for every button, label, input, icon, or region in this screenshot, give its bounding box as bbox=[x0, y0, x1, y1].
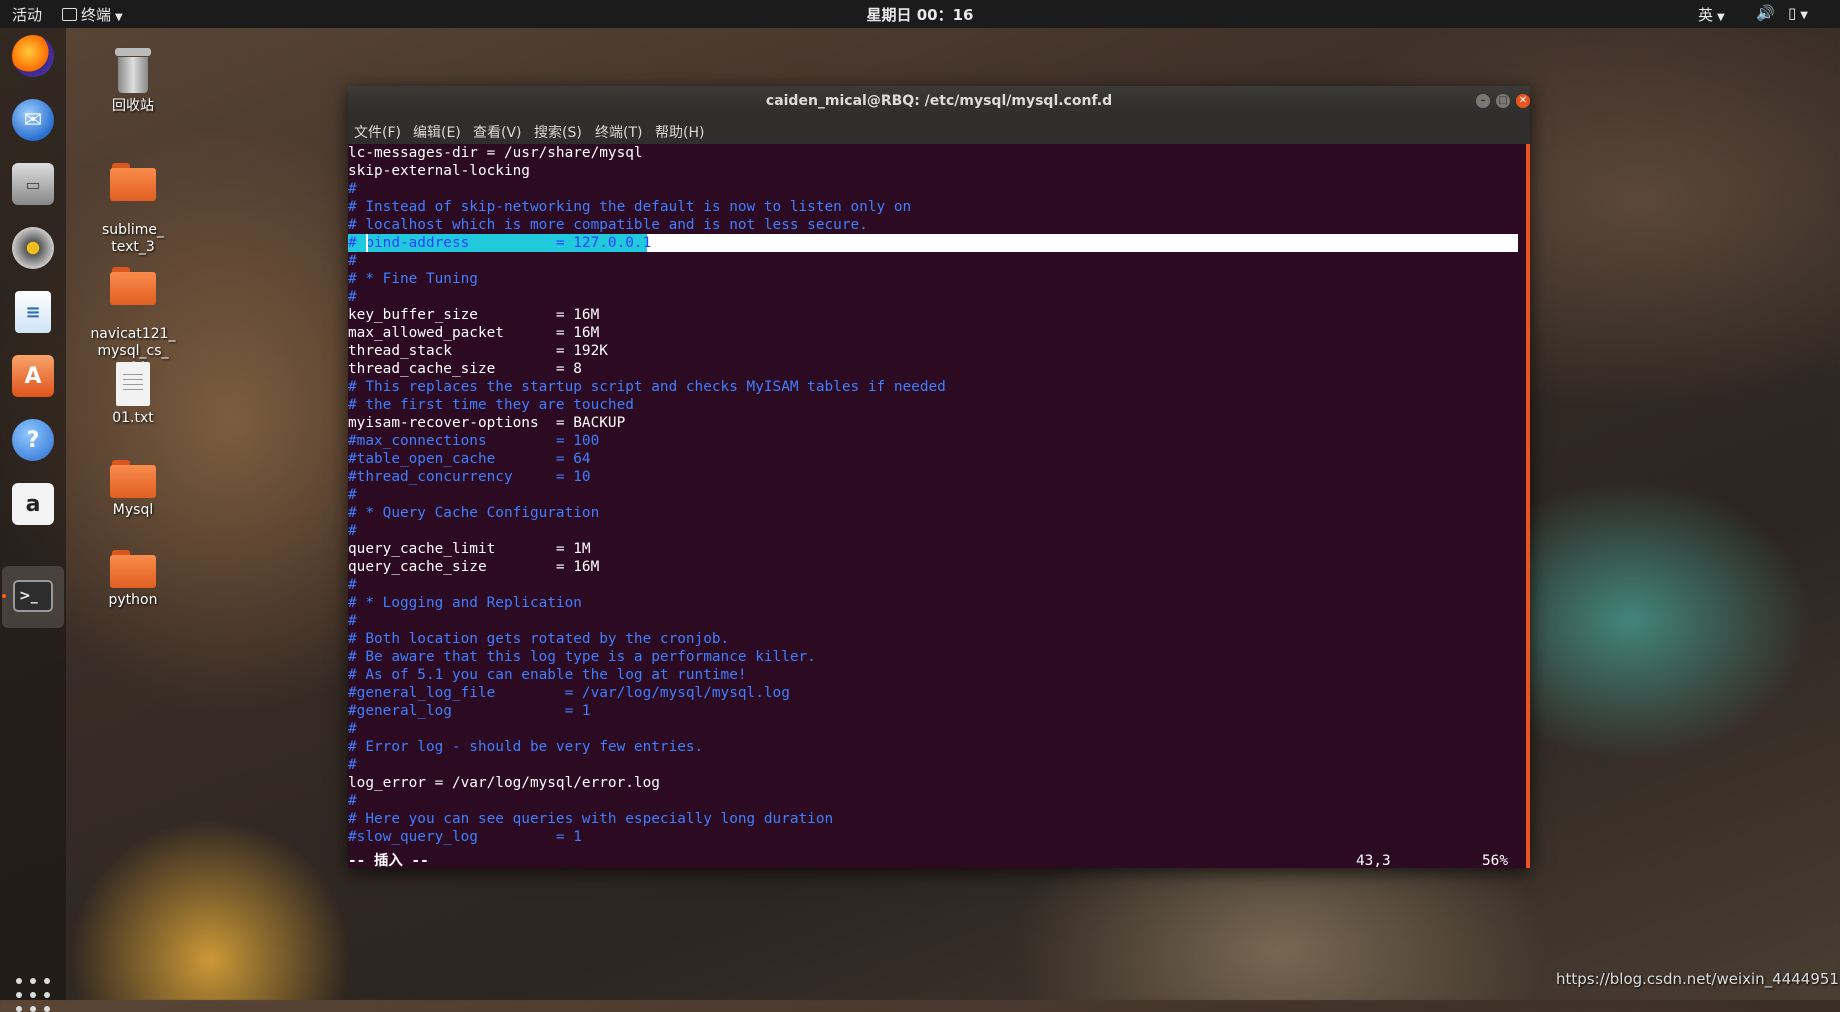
editor-line: # bbox=[348, 487, 357, 503]
menu-search[interactable]: 搜索(S) bbox=[534, 122, 582, 142]
editor-line: # As of 5.1 you can enable the log at ru… bbox=[348, 667, 747, 683]
text-cursor bbox=[366, 234, 368, 252]
desktop-icon-label: 回收站 bbox=[112, 98, 154, 114]
editor-line: #max_connections = 100 bbox=[348, 433, 600, 449]
editor-line: #slow_query_log = 1 bbox=[348, 829, 582, 845]
terminal-icon[interactable]: >_ bbox=[9, 572, 57, 620]
menu-file[interactable]: 文件(F) bbox=[354, 122, 401, 142]
desktop-icon-label: 01.txt bbox=[112, 410, 154, 426]
editor-line: # bbox=[348, 523, 357, 539]
editor-line: # Error log - should be very few entries… bbox=[348, 739, 704, 755]
editor-line: max_allowed_packet = 16M bbox=[348, 325, 600, 341]
rhythmbox-icon[interactable] bbox=[9, 224, 57, 272]
volume-icon[interactable]: 🔊 bbox=[1756, 4, 1775, 22]
cursor-position: 43,3 bbox=[1356, 853, 1391, 868]
folder-icon bbox=[110, 267, 156, 305]
amazon-icon[interactable]: a bbox=[9, 480, 57, 528]
vim-mode-indicator: -- 插入 -- bbox=[348, 853, 429, 868]
input-method-indicator[interactable]: 英 ▼ bbox=[1698, 4, 1725, 25]
chevron-down-icon: ▼ bbox=[1800, 10, 1808, 21]
desktop-icon-mysql[interactable]: Mysql bbox=[83, 460, 183, 519]
editor-line: # bbox=[348, 613, 357, 629]
editor-line: #table_open_cache = 64 bbox=[348, 451, 591, 467]
terminal-content[interactable]: lc-messages-dir = /usr/share/mysql skip-e… bbox=[348, 144, 1530, 868]
editor-line: # Both location gets rotated by the cron… bbox=[348, 631, 730, 647]
desktop-icon-python[interactable]: python bbox=[83, 550, 183, 609]
editor-line: # Instead of skip-networking the default… bbox=[348, 199, 912, 215]
desktop-icon-01-txt[interactable]: 01.txt bbox=[83, 362, 183, 427]
editor-line: #thread_concurrency = 10 bbox=[348, 469, 591, 485]
editor-line: lc-messages-dir = /usr/share/mysql bbox=[348, 145, 643, 161]
desktop-icon-trash[interactable]: 回收站 bbox=[83, 48, 183, 115]
thunderbird-icon[interactable]: ✉ bbox=[9, 96, 57, 144]
show-applications-icon[interactable] bbox=[16, 978, 50, 1012]
software-center-icon[interactable]: A bbox=[9, 352, 57, 400]
maximize-button[interactable]: □ bbox=[1496, 94, 1510, 108]
editor-line: # bbox=[348, 289, 357, 305]
editor-line: # localhost which is more compatible and… bbox=[348, 217, 868, 233]
top-bar: 活动 终端 ▼ 星期日 00：16 英 ▼ 🔊 ▯ ▼ bbox=[0, 0, 1840, 28]
folder-icon bbox=[110, 163, 156, 201]
text-file-icon bbox=[116, 362, 150, 406]
editor-line: # bbox=[348, 181, 357, 197]
system-menu[interactable]: ▯ ▼ bbox=[1788, 4, 1808, 22]
minimize-button[interactable]: – bbox=[1476, 94, 1490, 108]
dock: ✉ ▭ ≡ A ? a >_ bbox=[0, 28, 66, 1012]
desktop-icon-label: Mysql bbox=[112, 502, 154, 518]
window-titlebar[interactable]: caiden_mical@RBQ: /etc/mysql/mysql.conf.… bbox=[348, 86, 1530, 116]
editor-line: #general_log = 1 bbox=[348, 703, 591, 719]
files-icon[interactable]: ▭ bbox=[9, 160, 57, 208]
scroll-percent: 56% bbox=[1482, 853, 1508, 868]
firefox-icon[interactable] bbox=[9, 32, 57, 80]
battery-icon: ▯ bbox=[1788, 4, 1797, 22]
ime-label: 英 bbox=[1698, 6, 1714, 24]
editor-line: # bbox=[348, 721, 357, 737]
menu-help[interactable]: 帮助(H) bbox=[655, 122, 704, 142]
editor-line-current: # bind-address = 127.0.0.1 bbox=[348, 235, 652, 251]
help-icon[interactable]: ? bbox=[9, 416, 57, 464]
editor-line: query_cache_size = 16M bbox=[348, 559, 600, 575]
scrollbar[interactable] bbox=[1526, 144, 1530, 868]
menu-view[interactable]: 查看(V) bbox=[473, 122, 522, 142]
menu-terminal[interactable]: 终端(T) bbox=[595, 122, 642, 142]
editor-line: # This replaces the startup script and c… bbox=[348, 379, 946, 395]
editor-line: # bbox=[348, 793, 357, 809]
running-indicator bbox=[2, 594, 6, 598]
clock[interactable]: 星期日 00：16 bbox=[0, 4, 1840, 25]
editor-line: # Here you can see queries with especial… bbox=[348, 811, 834, 827]
editor-line: # * Query Cache Configuration bbox=[348, 505, 600, 521]
editor-line: # Be aware that this log type is a perfo… bbox=[348, 649, 816, 665]
terminal-window[interactable]: caiden_mical@RBQ: /etc/mysql/mysql.conf.… bbox=[348, 86, 1530, 868]
desktop-icon-label: python bbox=[108, 592, 158, 608]
editor-line: thread_stack = 192K bbox=[348, 343, 608, 359]
editor-line: #general_log_file = /var/log/mysql/mysql… bbox=[348, 685, 790, 701]
folder-icon bbox=[110, 460, 156, 498]
chevron-down-icon: ▼ bbox=[1717, 12, 1725, 23]
writer-icon[interactable]: ≡ bbox=[9, 288, 57, 336]
trash-icon bbox=[115, 48, 151, 94]
editor-line: # * Logging and Replication bbox=[348, 595, 582, 611]
folder-icon bbox=[110, 550, 156, 588]
editor-line: query_cache_limit = 1M bbox=[348, 541, 591, 557]
editor-line: # bbox=[348, 253, 357, 269]
editor-line: log_error = /var/log/mysql/error.log bbox=[348, 775, 660, 791]
menu-edit[interactable]: 编辑(E) bbox=[413, 122, 461, 142]
editor-line: skip-external-locking bbox=[348, 163, 530, 179]
editor-line: key_buffer_size = 16M bbox=[348, 307, 600, 323]
editor-line: # bbox=[348, 577, 357, 593]
editor-line: # bbox=[348, 757, 357, 773]
editor-line: # * Fine Tuning bbox=[348, 271, 478, 287]
editor-line: # the first time they are touched bbox=[348, 397, 634, 413]
window-title: caiden_mical@RBQ: /etc/mysql/mysql.conf.… bbox=[765, 93, 1113, 109]
close-button[interactable]: ✕ bbox=[1516, 94, 1530, 108]
editor-line: thread_cache_size = 8 bbox=[348, 361, 582, 377]
watermark: https://blog.csdn.net/weixin_44449518 bbox=[1556, 970, 1840, 988]
editor-line: myisam-recover-options = BACKUP bbox=[348, 415, 626, 431]
menu-bar: 文件(F) 编辑(E) 查看(V) 搜索(S) 终端(T) 帮助(H) bbox=[348, 116, 1530, 144]
